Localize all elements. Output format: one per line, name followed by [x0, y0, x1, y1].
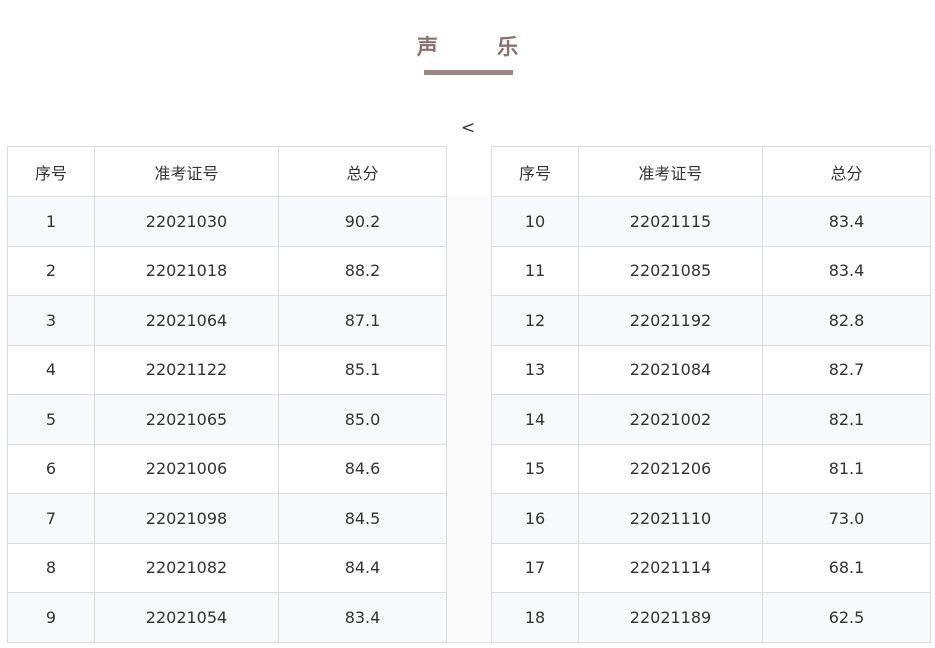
score-table-left: 序号 准考证号 总分 1 22021030 90.2 2 22021018 88.2 3… [7, 146, 447, 643]
cell-index: 2 [7, 245, 95, 296]
table-row: 2 22021018 88.2 [7, 245, 447, 296]
cell-exam-id: 22021054 [94, 592, 279, 643]
cell-total: 83.4 [762, 196, 931, 247]
table-row: 4 22021122 85.1 [7, 344, 447, 395]
cell-exam-id: 22021206 [578, 443, 763, 494]
cell-index: 16 [491, 493, 579, 544]
table-row: 10 22021115 83.4 [491, 196, 931, 247]
header-exam-id: 准考证号 [578, 146, 763, 197]
table-row: 7 22021098 84.5 [7, 493, 447, 544]
cell-exam-id: 22021085 [578, 245, 763, 296]
header-total: 总分 [278, 146, 447, 197]
table-row: 18 22021189 62.5 [491, 592, 931, 643]
header-index: 序号 [7, 146, 95, 197]
cell-total: 81.1 [762, 443, 931, 494]
cell-total: 83.4 [762, 245, 931, 296]
cell-index: 6 [7, 443, 95, 494]
table-row: 17 22021114 68.1 [491, 542, 931, 593]
table-row: 15 22021206 81.1 [491, 443, 931, 494]
cell-total: 68.1 [762, 542, 931, 593]
table-header-row: 序号 准考证号 总分 [7, 146, 447, 197]
cell-exam-id: 22021030 [94, 196, 279, 247]
header-index: 序号 [491, 146, 579, 197]
page-title: 声 乐 [416, 35, 545, 59]
table-row: 11 22021085 83.4 [491, 245, 931, 296]
cell-total: 62.5 [762, 592, 931, 643]
table-row: 14 22021002 82.1 [491, 394, 931, 445]
cell-total: 87.1 [278, 295, 447, 346]
title-wrap: 声 乐 [0, 30, 935, 64]
cell-total: 82.1 [762, 394, 931, 445]
cell-index: 13 [491, 344, 579, 395]
cell-index: 3 [7, 295, 95, 346]
table-row: 16 22021110 73.0 [491, 493, 931, 544]
table-row: 12 22021192 82.8 [491, 295, 931, 346]
cell-exam-id: 22021084 [578, 344, 763, 395]
table-row: 8 22021082 84.4 [7, 542, 447, 593]
cell-index: 8 [7, 542, 95, 593]
table-row: 5 22021065 85.0 [7, 394, 447, 445]
header-exam-id: 准考证号 [94, 146, 279, 197]
table-header-row: 序号 准考证号 总分 [491, 146, 931, 197]
cell-total: 84.4 [278, 542, 447, 593]
cell-index: 11 [491, 245, 579, 296]
cell-total: 90.2 [278, 196, 447, 247]
page: 声 乐 < 序号 准考证号 总分 1 22021030 90.2 2 22021018… [0, 0, 935, 648]
table-row: 6 22021006 84.6 [7, 443, 447, 494]
cell-total: 85.1 [278, 344, 447, 395]
cell-index: 18 [491, 592, 579, 643]
cell-index: 7 [7, 493, 95, 544]
cell-exam-id: 22021114 [578, 542, 763, 593]
cell-index: 4 [7, 344, 95, 395]
table-row: 13 22021084 82.7 [491, 344, 931, 395]
cell-total: 85.0 [278, 394, 447, 445]
cell-index: 17 [491, 542, 579, 593]
cell-total: 84.5 [278, 493, 447, 544]
cell-index: 14 [491, 394, 579, 445]
table-gap [446, 196, 491, 643]
title-underline [424, 70, 513, 75]
score-table-right: 序号 准考证号 总分 10 22021115 83.4 11 22021085 83.4… [491, 146, 931, 643]
cell-total: 83.4 [278, 592, 447, 643]
table-row: 3 22021064 87.1 [7, 295, 447, 346]
cell-total: 82.7 [762, 344, 931, 395]
cell-total: 88.2 [278, 245, 447, 296]
cell-index: 5 [7, 394, 95, 445]
cell-exam-id: 22021115 [578, 196, 763, 247]
cell-total: 82.8 [762, 295, 931, 346]
cell-exam-id: 22021082 [94, 542, 279, 593]
cell-exam-id: 22021018 [94, 245, 279, 296]
header-total: 总分 [762, 146, 931, 197]
table-row: 1 22021030 90.2 [7, 196, 447, 247]
cell-exam-id: 22021002 [578, 394, 763, 445]
cell-exam-id: 22021006 [94, 443, 279, 494]
cell-index: 9 [7, 592, 95, 643]
cell-exam-id: 22021122 [94, 344, 279, 395]
cell-total: 84.6 [278, 443, 447, 494]
cell-index: 12 [491, 295, 579, 346]
cell-index: 1 [7, 196, 95, 247]
prev-arrow-button[interactable]: < [460, 118, 476, 138]
cell-exam-id: 22021110 [578, 493, 763, 544]
cell-exam-id: 22021192 [578, 295, 763, 346]
cell-exam-id: 22021064 [94, 295, 279, 346]
cell-total: 73.0 [762, 493, 931, 544]
table-row: 9 22021054 83.4 [7, 592, 447, 643]
cell-exam-id: 22021098 [94, 493, 279, 544]
cell-index: 10 [491, 196, 579, 247]
cell-exam-id: 22021189 [578, 592, 763, 643]
cell-index: 15 [491, 443, 579, 494]
cell-exam-id: 22021065 [94, 394, 279, 445]
